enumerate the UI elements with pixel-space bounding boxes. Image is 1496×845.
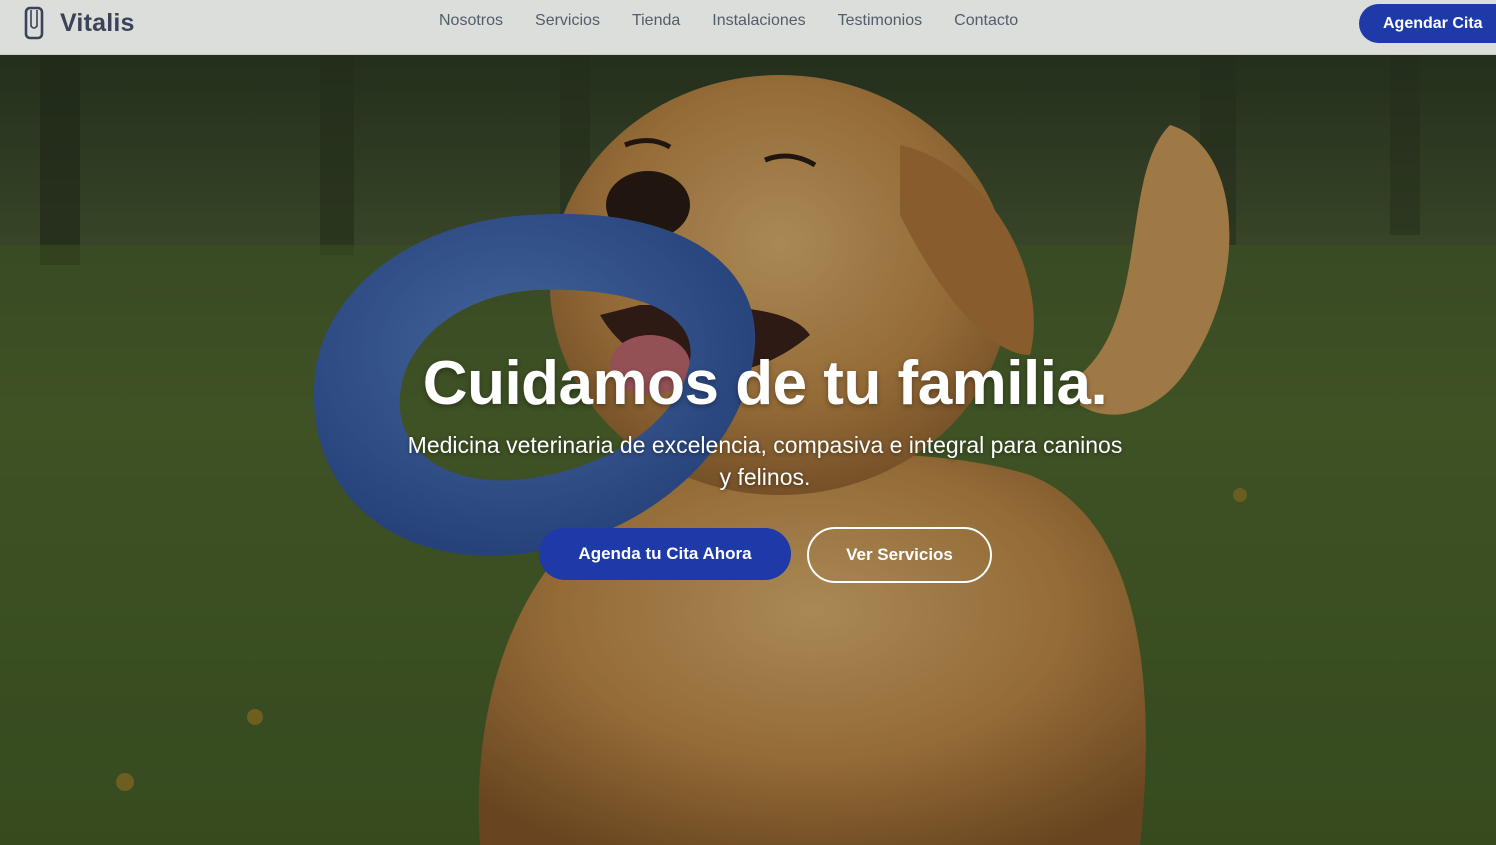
nav-link-nosotros[interactable]: Nosotros: [423, 10, 519, 32]
nav-link-testimonios[interactable]: Testimonios: [822, 10, 938, 32]
phone-outline-icon: [24, 6, 44, 40]
nav-link-instalaciones[interactable]: Instalaciones: [696, 10, 821, 32]
schedule-appointment-button[interactable]: Agendar Cita: [1359, 4, 1496, 43]
hero-subtitle: Medicina veterinaria de excelencia, comp…: [407, 432, 1123, 490]
main-nav: Nosotros Servicios Tienda Instalaciones …: [423, 10, 1034, 32]
brand-logo-link[interactable]: Vitalis: [22, 6, 135, 40]
hero-section: Cuidamos de tu familia. Medicina veterin…: [0, 55, 1496, 845]
view-services-button[interactable]: Ver Servicios: [807, 527, 992, 583]
book-appointment-now-button[interactable]: Agenda tu Cita Ahora: [539, 528, 791, 580]
brand-name: Vitalis: [60, 8, 135, 37]
hero-title: Cuidamos de tu familia.: [422, 349, 1108, 418]
site-header: Vitalis Nosotros Servicios Tienda Instal…: [0, 0, 1496, 55]
nav-link-servicios[interactable]: Servicios: [519, 10, 616, 32]
nav-link-tienda[interactable]: Tienda: [616, 10, 696, 32]
nav-link-contacto[interactable]: Contacto: [938, 10, 1034, 32]
